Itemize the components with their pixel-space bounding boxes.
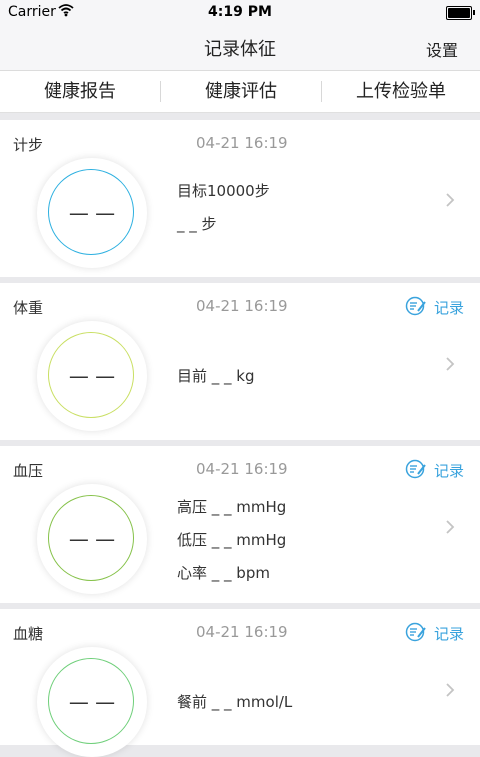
- edit-icon: [405, 622, 426, 642]
- steps-card[interactable]: 计步 04-21 16:19 — — 目标10000步 _ _ 步: [0, 120, 480, 277]
- chevron-right-icon[interactable]: [445, 356, 455, 372]
- page-title: 记录体征: [204, 39, 276, 60]
- edit-icon: [405, 459, 426, 479]
- weight-gauge: — —: [37, 321, 147, 431]
- gauge-value: — —: [68, 364, 116, 388]
- record-label: 记录: [434, 462, 465, 480]
- card-timestamp: 04-21 16:19: [196, 623, 288, 641]
- record-label: 记录: [434, 625, 465, 643]
- settings-button[interactable]: 设置: [426, 37, 458, 61]
- steps-count: _ _ 步: [177, 215, 217, 233]
- steps-gauge: — —: [37, 158, 147, 268]
- card-title: 血压: [13, 462, 44, 480]
- blood-pressure-gauge: — —: [37, 484, 147, 594]
- card-title: 计步: [13, 136, 44, 154]
- card-timestamp: 04-21 16:19: [196, 460, 288, 478]
- gauge-value: — —: [68, 201, 116, 225]
- chevron-right-icon[interactable]: [445, 519, 455, 535]
- clock: 4:19 PM: [208, 4, 272, 20]
- edit-icon: [405, 296, 426, 316]
- battery-icon: [446, 6, 475, 20]
- card-title: 体重: [13, 299, 44, 317]
- diastolic-value: 低压 _ _ mmHg: [177, 531, 287, 549]
- blood-pressure-card[interactable]: 血压 04-21 16:19 记录 — — 高压 _ _ mmHg 低压 _ _…: [0, 446, 480, 603]
- heart-rate-value: 心率 _ _ bpm: [177, 564, 270, 582]
- weight-card[interactable]: 体重 04-21 16:19 记录 — — 目前 _ _ kg: [0, 283, 480, 440]
- systolic-value: 高压 _ _ mmHg: [177, 498, 287, 516]
- weight-current: 目前 _ _ kg: [177, 367, 255, 385]
- card-title: 血糖: [13, 625, 44, 643]
- navigation-bar: 记录体征 设置: [0, 24, 480, 71]
- blood-sugar-gauge: — —: [37, 647, 147, 757]
- tab-health-report[interactable]: 健康报告: [0, 71, 160, 112]
- gauge-value: — —: [68, 690, 116, 714]
- record-label: 记录: [434, 299, 465, 317]
- card-timestamp: 04-21 16:19: [196, 297, 288, 315]
- fasting-glucose-value: 餐前 _ _ mmol/L: [177, 693, 293, 711]
- tab-health-assessment[interactable]: 健康评估: [161, 71, 321, 112]
- tab-bar: 健康报告 健康评估 上传检验单: [0, 71, 480, 113]
- chevron-right-icon[interactable]: [445, 682, 455, 698]
- gauge-value: — —: [68, 527, 116, 551]
- chevron-right-icon[interactable]: [445, 192, 455, 208]
- tab-upload-lab-report[interactable]: 上传检验单: [322, 71, 480, 112]
- card-timestamp: 04-21 16:19: [196, 134, 288, 152]
- steps-goal: 目标10000步: [177, 182, 270, 200]
- status-bar: Carrier 4:19 PM: [0, 0, 480, 24]
- blood-sugar-card[interactable]: 血糖 04-21 16:19 记录 — — 餐前 _ _ mmol/L: [0, 609, 480, 757]
